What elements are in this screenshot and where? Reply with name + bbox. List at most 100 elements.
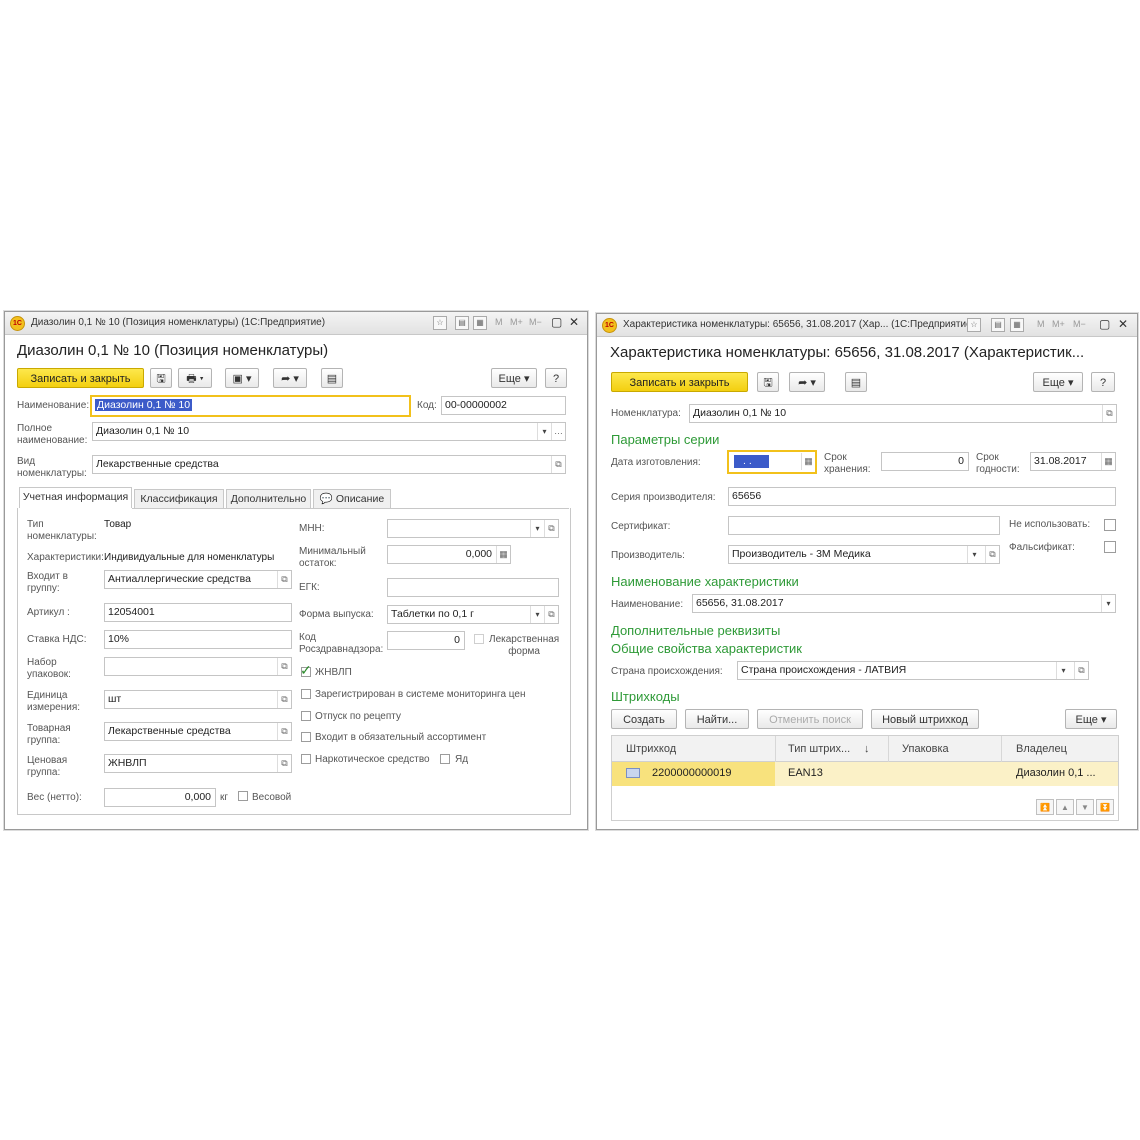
weight-field[interactable]: 0,000 bbox=[104, 788, 216, 807]
restore-icon[interactable]: ▢ bbox=[551, 315, 562, 329]
tab-additional[interactable]: Дополнительно bbox=[226, 489, 311, 508]
favorite-icon[interactable]: ☆ bbox=[433, 316, 447, 330]
article-field[interactable]: 12054001 bbox=[104, 603, 292, 622]
col-owner[interactable]: Владелец bbox=[1016, 743, 1067, 755]
restore-icon[interactable]: ▢ bbox=[1099, 317, 1110, 331]
open-icon[interactable]: ⧉ bbox=[1102, 405, 1116, 422]
price-group-field[interactable]: ЖНВЛП ⧉ bbox=[104, 754, 292, 773]
weighted-checkbox[interactable] bbox=[238, 791, 248, 801]
help-button[interactable]: ? bbox=[545, 368, 567, 388]
open-icon[interactable]: ⧉ bbox=[277, 571, 291, 588]
calendar-icon[interactable]: ▦ bbox=[473, 316, 487, 330]
storage-field[interactable]: 0 bbox=[881, 452, 969, 471]
open-icon[interactable]: ⧉ bbox=[1074, 662, 1088, 679]
rzn-code-field[interactable]: 0 bbox=[387, 631, 465, 650]
more-dots-icon[interactable]: … bbox=[551, 423, 565, 440]
page-down-icon[interactable]: ▼ bbox=[1076, 799, 1094, 815]
cancel-search-button[interactable]: Отменить поиск bbox=[757, 709, 863, 729]
expiry-field[interactable]: 31.08.2017 ▦ bbox=[1030, 452, 1116, 471]
save-icon[interactable]: 🖫 bbox=[757, 372, 779, 392]
memory-mminus-icon[interactable]: M− bbox=[529, 317, 542, 327]
chevron-down-icon[interactable]: ▾ bbox=[530, 520, 544, 537]
char-name-field[interactable]: 65656, 31.08.2017 ▾ bbox=[692, 594, 1116, 613]
certificate-field[interactable] bbox=[728, 516, 1000, 535]
favorite-icon[interactable]: ☆ bbox=[967, 318, 981, 332]
memory-mminus-icon[interactable]: M− bbox=[1073, 319, 1086, 329]
tab-account-info[interactable]: Учетная информация bbox=[19, 487, 132, 508]
egk-field[interactable] bbox=[387, 578, 559, 597]
open-icon[interactable]: ⧉ bbox=[277, 691, 291, 708]
close-icon[interactable]: ✕ bbox=[569, 315, 579, 329]
manufacturer-field[interactable]: Производитель - 3M Медика ▾ ⧉ bbox=[728, 545, 1000, 564]
chevron-down-icon[interactable]: ▾ bbox=[530, 606, 544, 623]
falsified-checkbox[interactable] bbox=[1104, 541, 1116, 553]
find-button[interactable]: Найти... bbox=[685, 709, 749, 729]
open-icon[interactable]: ⧉ bbox=[551, 456, 565, 473]
code-field[interactable]: 00-00000002 bbox=[441, 396, 566, 415]
tab-description[interactable]: 💬 Описание bbox=[313, 489, 391, 508]
drug-form-checkbox[interactable] bbox=[474, 634, 484, 644]
country-field[interactable]: Страна происхождения - ЛАТВИЯ ▾ ⧉ bbox=[737, 661, 1089, 680]
min-stock-field[interactable]: 0,000 ▦ bbox=[387, 545, 511, 564]
monitoring-checkbox[interactable] bbox=[301, 689, 311, 699]
name-field[interactable]: Диазолин 0,1 № 10 bbox=[90, 395, 411, 417]
kind-field[interactable]: Лекарственные средства ⧉ bbox=[92, 455, 566, 474]
last-page-icon[interactable]: ⏬ bbox=[1096, 799, 1114, 815]
manufacture-date-field[interactable]: . . ▦ bbox=[727, 450, 817, 474]
col-type[interactable]: Тип штрих... bbox=[788, 743, 850, 755]
vat-field[interactable]: 10% bbox=[104, 630, 292, 649]
first-page-icon[interactable]: ⏫ bbox=[1036, 799, 1054, 815]
narcotic-checkbox[interactable] bbox=[301, 754, 311, 764]
serial-field[interactable]: 65656 bbox=[728, 487, 1116, 506]
chevron-down-icon[interactable]: ▾ bbox=[967, 546, 981, 563]
save-icon[interactable]: 🖫 bbox=[150, 368, 172, 388]
memory-mplus-icon[interactable]: M+ bbox=[1052, 319, 1065, 329]
document-icon[interactable]: ▤ bbox=[845, 372, 867, 392]
memory-m-icon[interactable]: M bbox=[495, 317, 503, 327]
report-icon[interactable]: ▣ ▾ bbox=[225, 368, 259, 388]
barcodes-more-button[interactable]: Еще ▾ bbox=[1065, 709, 1117, 729]
pack-field[interactable]: ⧉ bbox=[104, 657, 292, 676]
close-icon[interactable]: ✕ bbox=[1118, 317, 1128, 331]
calendar-icon[interactable]: ▦ bbox=[1101, 453, 1115, 470]
open-icon[interactable]: ⧉ bbox=[985, 546, 999, 563]
print-icon[interactable]: 🖶 ▾ bbox=[178, 368, 212, 388]
mnn-field[interactable]: ▾ ⧉ bbox=[387, 519, 559, 538]
calc-icon[interactable]: ▤ bbox=[991, 318, 1005, 332]
not-use-checkbox[interactable] bbox=[1104, 519, 1116, 531]
chevron-down-icon[interactable]: ▾ bbox=[1101, 595, 1115, 612]
release-form-field[interactable]: Таблетки по 0,1 г ▾ ⧉ bbox=[387, 605, 559, 624]
more-button[interactable]: Еще ▾ bbox=[1033, 372, 1083, 392]
calendar-icon[interactable]: ▦ bbox=[801, 453, 815, 470]
col-package[interactable]: Упаковка bbox=[902, 743, 949, 755]
create-based-icon[interactable]: ➦ ▾ bbox=[789, 372, 825, 392]
sort-arrow-icon[interactable]: ↓ bbox=[864, 743, 870, 755]
create-based-icon[interactable]: ➦ ▾ bbox=[273, 368, 307, 388]
memory-m-icon[interactable]: M bbox=[1037, 319, 1045, 329]
more-button[interactable]: Еще ▾ bbox=[491, 368, 537, 388]
calendar-icon[interactable]: ▦ bbox=[1010, 318, 1024, 332]
goods-group-field[interactable]: Лекарственные средства ⧉ bbox=[104, 722, 292, 741]
unit-field[interactable]: шт ⧉ bbox=[104, 690, 292, 709]
full-name-field[interactable]: Диазолин 0,1 № 10 ▾ … bbox=[92, 422, 566, 441]
tab-classification[interactable]: Классификация bbox=[134, 489, 224, 508]
calculator-icon[interactable]: ▦ bbox=[496, 546, 510, 563]
chevron-down-icon[interactable]: ▾ bbox=[537, 423, 551, 440]
page-up-icon[interactable]: ▲ bbox=[1056, 799, 1074, 815]
open-icon[interactable]: ⧉ bbox=[277, 755, 291, 772]
create-button[interactable]: Создать bbox=[611, 709, 677, 729]
help-button[interactable]: ? bbox=[1091, 372, 1115, 392]
nomenclature-field[interactable]: Диазолин 0,1 № 10 ⧉ bbox=[689, 404, 1117, 423]
open-icon[interactable]: ⧉ bbox=[544, 606, 558, 623]
poison-checkbox[interactable] bbox=[440, 754, 450, 764]
open-icon[interactable]: ⧉ bbox=[544, 520, 558, 537]
save-and-close-button[interactable]: Записать и закрыть bbox=[611, 372, 748, 392]
save-and-close-button[interactable]: Записать и закрыть bbox=[17, 368, 144, 388]
open-icon[interactable]: ⧉ bbox=[277, 723, 291, 740]
recipe-checkbox[interactable] bbox=[301, 711, 311, 721]
col-barcode[interactable]: Штрихкод bbox=[626, 743, 676, 755]
table-row[interactable]: 2200000000019 EAN13 Диазолин 0,1 ... bbox=[612, 762, 1118, 786]
calc-icon[interactable]: ▤ bbox=[455, 316, 469, 330]
assortment-checkbox[interactable] bbox=[301, 732, 311, 742]
chevron-down-icon[interactable]: ▾ bbox=[1056, 662, 1070, 679]
